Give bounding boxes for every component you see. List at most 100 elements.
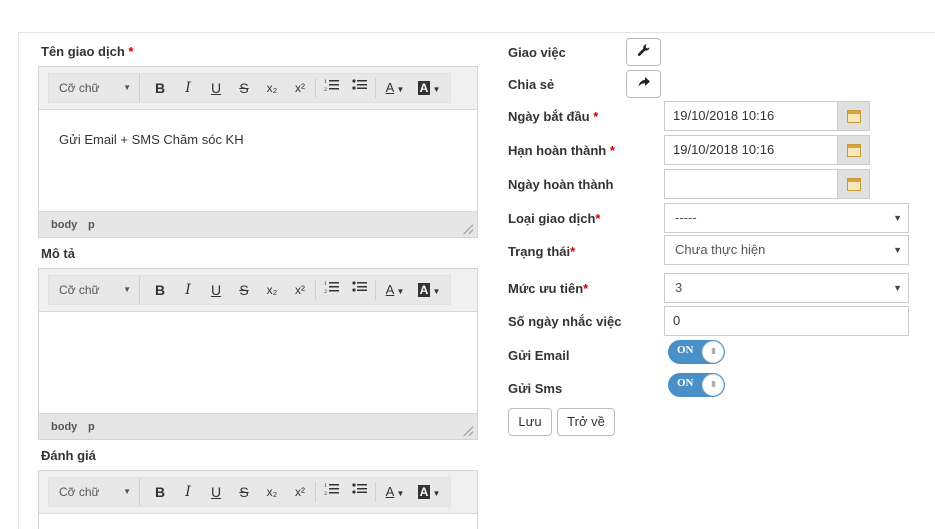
subscript-button[interactable]: x₂ bbox=[260, 481, 284, 503]
toolbar-divider bbox=[315, 280, 316, 300]
svg-text:2: 2 bbox=[324, 87, 327, 92]
danh-gia-label: Đánh giá bbox=[41, 448, 96, 463]
superscript-button[interactable]: x² bbox=[288, 481, 312, 503]
chevron-down-icon: ▼ bbox=[123, 285, 131, 294]
underline-button[interactable]: U bbox=[204, 279, 228, 301]
calendar-icon bbox=[847, 178, 861, 191]
bold-button[interactable]: B bbox=[148, 481, 172, 503]
resize-grip-icon[interactable] bbox=[463, 224, 473, 234]
loai-giao-dich-label: Loại giao dịch* bbox=[508, 211, 601, 226]
text-color-icon[interactable]: A ▼ bbox=[380, 77, 410, 99]
text-color-icon[interactable]: A ▼ bbox=[380, 279, 410, 301]
bulleted-list-icon[interactable] bbox=[348, 279, 372, 301]
save-button[interactable]: Lưu bbox=[508, 408, 552, 436]
bold-button[interactable]: B bbox=[148, 77, 172, 99]
ngay-hoan-thanh-calendar-button[interactable] bbox=[838, 169, 870, 199]
strikethrough-button[interactable]: S bbox=[232, 77, 256, 99]
editor-statusbar: body p bbox=[39, 211, 477, 237]
superscript-button[interactable]: x² bbox=[288, 77, 312, 99]
ten-giao-dich-editor[interactable]: Cỡ chữ ▼ B I U S x₂ x² 12 A ▼ A ▼ Gửi Ema… bbox=[38, 66, 478, 238]
ngay-hoan-thanh-label: Ngày hoàn thành bbox=[508, 177, 614, 192]
path-body[interactable]: body bbox=[51, 421, 77, 433]
editor-toolbar: Cỡ chữ ▼ B I U S x₂ x² 12 A ▼ A ▼ bbox=[39, 269, 477, 312]
ten-giao-dich-label: Tên giao dịch * bbox=[41, 44, 134, 59]
italic-button[interactable]: I bbox=[176, 77, 200, 99]
text-color-icon[interactable]: A ▼ bbox=[380, 481, 410, 503]
editor-content[interactable] bbox=[39, 312, 477, 413]
svg-text:1: 1 bbox=[324, 281, 327, 287]
bold-button[interactable]: B bbox=[148, 279, 172, 301]
chevron-down-icon: ▼ bbox=[123, 83, 131, 92]
wrench-icon bbox=[637, 44, 651, 60]
muc-uu-tien-label: Mức ưu tiên* bbox=[508, 281, 589, 296]
gui-sms-toggle[interactable]: ON III bbox=[668, 373, 725, 397]
font-size-combo[interactable]: Cỡ chữ ▼ bbox=[49, 276, 140, 304]
editor-content[interactable] bbox=[39, 514, 477, 529]
background-color-icon[interactable]: A ▼ bbox=[414, 279, 444, 301]
share-button[interactable] bbox=[626, 70, 661, 98]
background-color-icon[interactable]: A ▼ bbox=[414, 77, 444, 99]
toggle-knob-icon: III bbox=[702, 374, 724, 396]
superscript-button[interactable]: x² bbox=[288, 279, 312, 301]
toolbar-divider bbox=[315, 482, 316, 502]
italic-button[interactable]: I bbox=[176, 279, 200, 301]
bulleted-list-icon[interactable] bbox=[348, 77, 372, 99]
toolbar-divider bbox=[375, 280, 376, 300]
editor-toolbar: Cỡ chữ ▼ B I U S x₂ x² 12 A ▼ A ▼ bbox=[39, 471, 477, 514]
path-p[interactable]: p bbox=[88, 421, 95, 433]
mo-ta-editor[interactable]: Cỡ chữ ▼ B I U S x₂ x² 12 A ▼ A ▼ body p bbox=[38, 268, 478, 440]
font-size-combo[interactable]: Cỡ chữ ▼ bbox=[49, 74, 140, 102]
numbered-list-icon[interactable]: 12 bbox=[320, 481, 344, 503]
gui-email-toggle[interactable]: ON III bbox=[668, 340, 725, 364]
path-p[interactable]: p bbox=[88, 219, 95, 231]
gui-sms-label: Gửi Sms bbox=[508, 381, 563, 396]
svg-text:2: 2 bbox=[324, 289, 327, 294]
loai-giao-dich-select[interactable]: ----- ▼ bbox=[664, 203, 909, 233]
assign-button[interactable] bbox=[626, 38, 661, 66]
so-ngay-nhac-viec-label: Số ngày nhắc việc bbox=[508, 314, 622, 329]
editor-statusbar: body p bbox=[39, 413, 477, 439]
subscript-button[interactable]: x₂ bbox=[260, 77, 284, 99]
resize-grip-icon[interactable] bbox=[463, 426, 473, 436]
calendar-icon bbox=[847, 144, 861, 157]
ngay-bat-dau-input[interactable]: 19/10/2018 10:16 bbox=[664, 101, 838, 131]
ngay-bat-dau-calendar-button[interactable] bbox=[838, 101, 870, 131]
underline-button[interactable]: U bbox=[204, 77, 228, 99]
han-hoan-thanh-calendar-button[interactable] bbox=[838, 135, 870, 165]
calendar-icon bbox=[847, 110, 861, 123]
background-color-icon[interactable]: A ▼ bbox=[414, 481, 444, 503]
muc-uu-tien-select[interactable]: 3 ▼ bbox=[664, 273, 909, 303]
han-hoan-thanh-input[interactable]: 19/10/2018 10:16 bbox=[664, 135, 838, 165]
strikethrough-button[interactable]: S bbox=[232, 279, 256, 301]
ngay-hoan-thanh-input[interactable] bbox=[664, 169, 838, 199]
subscript-button[interactable]: x₂ bbox=[260, 279, 284, 301]
path-body[interactable]: body bbox=[51, 219, 77, 231]
svg-text:1: 1 bbox=[324, 79, 327, 85]
chevron-down-icon: ▼ bbox=[893, 213, 902, 223]
toggle-knob-icon: III bbox=[702, 341, 724, 363]
trang-thai-label: Trạng thái* bbox=[508, 244, 576, 259]
font-size-combo[interactable]: Cỡ chữ ▼ bbox=[49, 478, 140, 506]
toolbar-divider bbox=[315, 78, 316, 98]
underline-button[interactable]: U bbox=[204, 481, 228, 503]
numbered-list-icon[interactable]: 12 bbox=[320, 279, 344, 301]
numbered-list-icon[interactable]: 12 bbox=[320, 77, 344, 99]
svg-text:1: 1 bbox=[324, 483, 327, 489]
editor-content[interactable]: Gửi Email + SMS Chăm sóc KH bbox=[39, 110, 477, 211]
toolbar-divider bbox=[375, 482, 376, 502]
danh-gia-editor[interactable]: Cỡ chữ ▼ B I U S x₂ x² 12 A ▼ A ▼ bbox=[38, 470, 478, 529]
bulleted-list-icon[interactable] bbox=[348, 481, 372, 503]
trang-thai-select[interactable]: Chưa thực hiện ▼ bbox=[664, 235, 909, 265]
han-hoan-thanh-label: Hạn hoàn thành * bbox=[508, 143, 615, 158]
svg-text:2: 2 bbox=[324, 491, 327, 496]
strikethrough-button[interactable]: S bbox=[232, 481, 256, 503]
editor-toolbar: Cỡ chữ ▼ B I U S x₂ x² 12 A ▼ A ▼ bbox=[39, 67, 477, 110]
toolbar-divider bbox=[375, 78, 376, 98]
share-arrow-icon bbox=[637, 76, 651, 92]
editor-text: Gửi Email + SMS Chăm sóc KH bbox=[59, 132, 244, 147]
italic-button[interactable]: I bbox=[176, 481, 200, 503]
chevron-down-icon: ▼ bbox=[893, 245, 902, 255]
back-button[interactable]: Trở về bbox=[557, 408, 615, 436]
gui-email-label: Gửi Email bbox=[508, 348, 570, 363]
so-ngay-nhac-viec-input[interactable]: 0 bbox=[664, 306, 909, 336]
